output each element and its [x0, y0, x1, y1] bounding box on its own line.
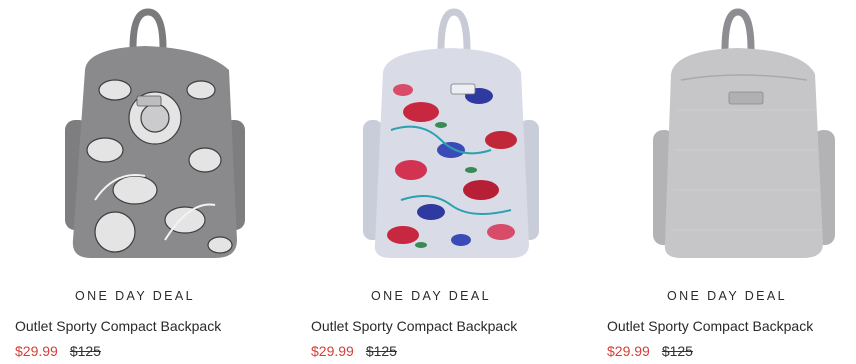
product-image-gray-floral-backpack[interactable]	[15, 0, 255, 270]
product-card: ONE DAY DEAL Outlet Sporty Compact Backp…	[311, 0, 551, 364]
backpack-image	[363, 8, 539, 258]
original-price: $125	[365, 343, 397, 359]
product-name-link[interactable]: Outlet Sporty Compact Backpack	[311, 317, 551, 335]
original-price: $125	[69, 343, 101, 359]
product-image-light-gray-backpack[interactable]	[607, 0, 847, 270]
product-image-lavender-floral-backpack[interactable]	[311, 0, 551, 270]
product-card: ONE DAY DEAL Outlet Sporty Compact Backp…	[607, 0, 847, 364]
product-card: ONE DAY DEAL Outlet Sporty Compact Backp…	[15, 0, 255, 364]
sale-price: $29.99	[311, 343, 354, 359]
deal-label: ONE DAY DEAL	[370, 289, 492, 303]
deal-label: ONE DAY DEAL	[74, 289, 196, 303]
deal-label: ONE DAY DEAL	[666, 289, 788, 303]
sale-price: $29.99	[15, 343, 58, 359]
price-row: $29.99 $125	[311, 342, 551, 360]
price-row: $29.99 $125	[607, 342, 847, 360]
product-name-link[interactable]: Outlet Sporty Compact Backpack	[15, 317, 255, 335]
backpack-image	[653, 8, 835, 258]
sale-price: $29.99	[607, 343, 650, 359]
backpack-image	[65, 8, 245, 258]
original-price: $125	[661, 343, 693, 359]
product-grid: ONE DAY DEAL Outlet Sporty Compact Backp…	[0, 0, 856, 364]
product-name-link[interactable]: Outlet Sporty Compact Backpack	[607, 317, 847, 335]
price-row: $29.99 $125	[15, 342, 255, 360]
